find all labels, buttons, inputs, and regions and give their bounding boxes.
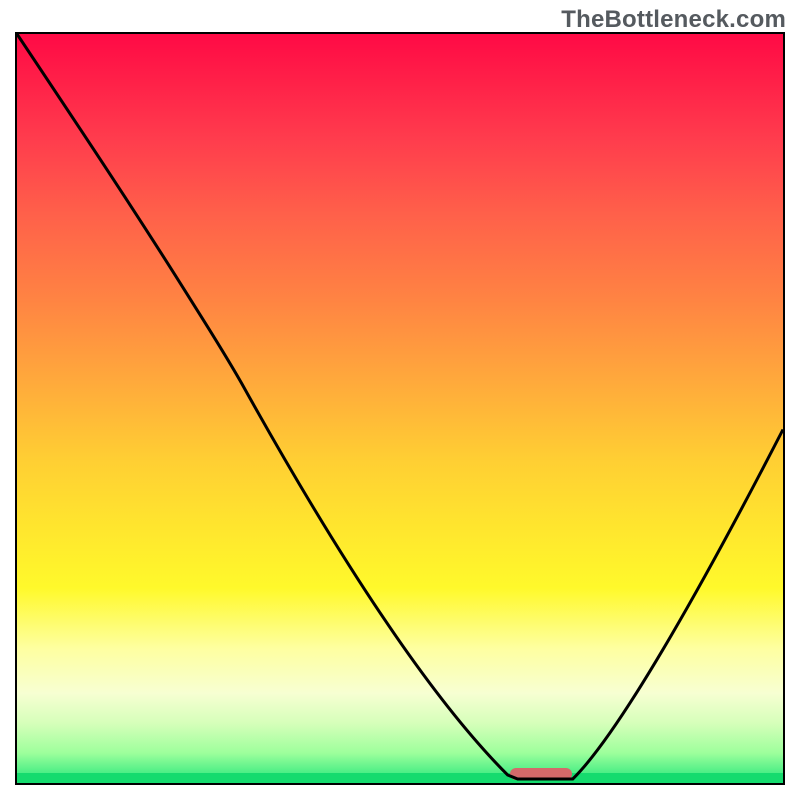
chart-container: TheBottleneck.com <box>0 0 800 800</box>
bottleneck-curve <box>17 34 783 783</box>
plot-area <box>15 32 785 785</box>
watermark-text: TheBottleneck.com <box>561 6 786 34</box>
